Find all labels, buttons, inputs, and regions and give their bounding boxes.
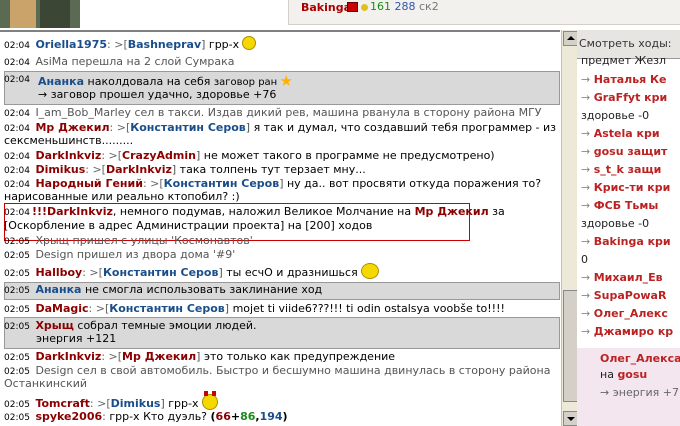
arrow-up-icon: [567, 36, 575, 40]
move-line: → Крис-ти кри: [581, 181, 671, 194]
move-line: здоровье -0: [581, 217, 650, 230]
chat-system-message: 02:04 AsiMa перешла на 2 слой Сумрака: [4, 55, 235, 68]
chat-emotion-result: энергия +121: [36, 332, 117, 345]
chat-spell-result: → заговор прошел удачно, здоровье +76: [38, 88, 277, 101]
move-line: → s_t_k защи: [581, 163, 662, 176]
player-name[interactable]: Bakinga: [301, 1, 351, 14]
devil-smiley-icon: [201, 391, 218, 410]
move-line: → ФСБ Тьмы: [581, 199, 659, 212]
scroll-up-button[interactable]: [563, 31, 578, 46]
move-line: 0: [581, 253, 588, 266]
chat-message-cont: сексменьшинств.........: [4, 134, 134, 147]
move-line: → Джамиро кр: [581, 325, 674, 338]
spell-star-icon: [280, 75, 292, 86]
chat-message: 02:04 DarkInkviz: >[CrazyAdmin] не может…: [4, 149, 495, 162]
move-line: → Astela кри: [581, 127, 660, 140]
chat-admin-message: 02:04 !!!DarkInkviz, немного подумав, нал…: [4, 205, 505, 218]
moves-panel: Смотреть ходы: предмет Жезл → Наталья Ке…: [577, 30, 680, 426]
status-dot-icon: [361, 3, 368, 11]
smiley-icon: [242, 36, 257, 50]
chat-message-cont: нарисованные или реально ктопобил? :): [4, 190, 240, 203]
chat-message: 02:04 Oriella1975: >[Bashneprav] грр-х: [4, 36, 257, 53]
move-line: предмет Жезл: [581, 54, 667, 67]
player-panel: Bakinga 161 288 ск2: [288, 0, 680, 25]
chat-message: 02:05 DaMagic: >[Константин Серов] mojet…: [4, 302, 505, 315]
chat-scrollbar[interactable]: [561, 30, 578, 426]
move-line: → GraFfyt кри: [581, 91, 668, 104]
chat-message: 02:05 spyke2006: грр-х Кто дуэль? (66+86…: [4, 410, 288, 423]
last-move-block: Олег_Алекса на gosu → энергия +7: [577, 348, 680, 426]
scroll-thumb[interactable]: [563, 290, 578, 402]
arrow-down-icon: [567, 417, 575, 421]
chat-spell-message: 02:04: [4, 75, 30, 85]
move-line: → Олег_Алекс: [581, 307, 668, 320]
scroll-down-button[interactable]: [563, 411, 578, 426]
chat-system-message: 02:04 I_am_Bob_Marley сел в такси. Издав…: [4, 106, 542, 119]
chat-message: 02:05 Hallboy: >[Константин Серов] ты ес…: [4, 263, 379, 281]
move-line: → Михаил_Ев: [581, 271, 663, 284]
chat-system-message: 02:05 Design пришел из двора дома '#9': [4, 248, 236, 261]
chat-spell-fail: 02:05 Ананка не смогла использовать закл…: [4, 283, 323, 296]
top-strip: Bakinga 161 288 ск2: [0, 0, 680, 30]
move-line: → SupaPowaR: [581, 289, 667, 302]
move-line: → gosu защит: [581, 145, 668, 158]
chat-message: 02:04 Dimikus: >[DarkInkviz] така толпен…: [4, 163, 366, 176]
chat-admin-message-cont: [Оскорбление в адрес Администрации проек…: [4, 219, 373, 232]
chat-separator: [0, 30, 560, 32]
player-stats: 161 288 ск2: [361, 0, 439, 13]
chat-system-message-cont: Останкинский: [4, 377, 88, 390]
move-line: здоровье -0: [581, 109, 650, 122]
move-line: → Bakinga кри: [581, 235, 671, 248]
move-line: → Наталья Ке: [581, 73, 667, 86]
clan-icon: [347, 2, 358, 12]
chat-message: 02:05 DarkInkviz: >[Мр Джекил] это тольк…: [4, 350, 396, 363]
character-art: [0, 0, 80, 28]
teasing-smiley-icon: [360, 263, 379, 279]
chat-system-message: 02:05 Хрыщ пришел с улицы 'Космонавтов': [4, 234, 253, 247]
chat-log[interactable]: 02:04 Oriella1975: >[Bashneprav] грр-х 0…: [0, 30, 560, 426]
